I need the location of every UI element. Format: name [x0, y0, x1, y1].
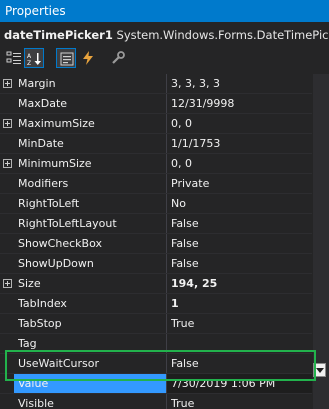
- property-name: MaximumSize: [18, 117, 95, 130]
- property-name: Value: [18, 377, 49, 390]
- properties-title-bar[interactable]: Properties: [0, 0, 329, 22]
- value-dropdown-button[interactable]: [313, 363, 326, 377]
- property-value: False: [171, 357, 199, 370]
- property-name: Visible: [18, 397, 54, 409]
- property-row-tag[interactable]: Tag: [0, 334, 312, 354]
- property-value: True: [171, 317, 195, 330]
- property-name: RightToLeft: [18, 197, 80, 210]
- property-name: MinDate: [18, 137, 64, 150]
- property-row-minimumsize[interactable]: MinimumSize 0, 0: [0, 154, 312, 174]
- property-value: False: [171, 237, 199, 250]
- property-name: Margin: [18, 77, 56, 90]
- expand-icon[interactable]: [3, 119, 12, 128]
- events-icon[interactable]: [78, 48, 98, 68]
- property-row-mindate[interactable]: MinDate 1/1/1753: [0, 134, 312, 154]
- property-name: Tag: [18, 337, 37, 350]
- property-name: TabIndex: [18, 297, 67, 310]
- property-value: Private: [171, 177, 210, 190]
- property-name: Modifiers: [18, 177, 69, 190]
- property-row-righttoleftlayout[interactable]: RightToLeftLayout False: [0, 214, 312, 234]
- scrollbar[interactable]: [313, 74, 329, 409]
- property-value: 1: [171, 297, 179, 310]
- svg-text:Z: Z: [27, 60, 31, 67]
- property-name: RightToLeftLayout: [18, 217, 117, 230]
- properties-icon[interactable]: [56, 48, 76, 68]
- svg-text:A: A: [27, 53, 32, 60]
- categorized-icon[interactable]: [4, 48, 24, 68]
- property-pages-icon[interactable]: [108, 48, 128, 68]
- property-row-size[interactable]: Size 194, 25: [0, 274, 312, 294]
- properties-toolbar: A Z: [0, 47, 329, 71]
- property-value: 0, 0: [171, 117, 192, 130]
- property-value: True: [171, 397, 195, 409]
- property-value[interactable]: 7/30/2019 1:06 PM: [171, 374, 311, 393]
- window-title: Properties: [5, 4, 66, 18]
- property-row-modifiers[interactable]: Modifiers Private: [0, 174, 312, 194]
- alphabetical-icon[interactable]: A Z: [24, 48, 44, 68]
- property-name: ShowCheckBox: [18, 237, 102, 250]
- property-value: No: [171, 197, 186, 210]
- property-value: False: [171, 217, 199, 230]
- property-row-righttoleft[interactable]: RightToLeft No: [0, 194, 312, 214]
- property-value: 1/1/1753: [171, 137, 221, 150]
- property-row-showupdown[interactable]: ShowUpDown False: [0, 254, 312, 274]
- property-name: ShowUpDown: [18, 257, 94, 270]
- property-row-visible[interactable]: Visible True: [0, 394, 312, 409]
- property-row-margin[interactable]: Margin 3, 3, 3, 3: [0, 74, 312, 94]
- property-row-tabindex[interactable]: TabIndex 1: [0, 294, 312, 314]
- property-value: 0, 0: [171, 157, 192, 170]
- property-row-usewaitcursor[interactable]: UseWaitCursor False: [0, 354, 312, 374]
- property-row-maximumsize[interactable]: MaximumSize 0, 0: [0, 114, 312, 134]
- object-type: System.Windows.Forms.DateTimePicker: [116, 28, 329, 42]
- property-value: 3, 3, 3, 3: [171, 77, 220, 90]
- property-row-maxdate[interactable]: MaxDate 12/31/9998: [0, 94, 312, 114]
- property-value: 194, 25: [171, 277, 218, 290]
- property-value: 12/31/9998: [171, 97, 235, 110]
- object-name: dateTimePicker1: [4, 28, 113, 42]
- property-name: TabStop: [18, 317, 62, 330]
- property-name: MinimumSize: [18, 157, 92, 170]
- property-row-showcheckbox[interactable]: ShowCheckBox False: [0, 234, 312, 254]
- property-name: UseWaitCursor: [18, 357, 99, 370]
- property-row-tabstop[interactable]: TabStop True: [0, 314, 312, 334]
- expand-icon[interactable]: [3, 79, 12, 88]
- property-row-value[interactable]: Value 7/30/2019 1:06 PM: [0, 374, 312, 394]
- property-name: Size: [18, 277, 41, 290]
- expand-icon[interactable]: [3, 279, 12, 288]
- object-selector[interactable]: dateTimePicker1 System.Windows.Forms.Dat…: [0, 24, 329, 46]
- property-value: False: [171, 257, 199, 270]
- expand-icon[interactable]: [3, 159, 12, 168]
- property-grid: Margin 3, 3, 3, 3 MaxDate 12/31/9998 Maximum…: [0, 74, 329, 409]
- property-name: MaxDate: [18, 97, 68, 110]
